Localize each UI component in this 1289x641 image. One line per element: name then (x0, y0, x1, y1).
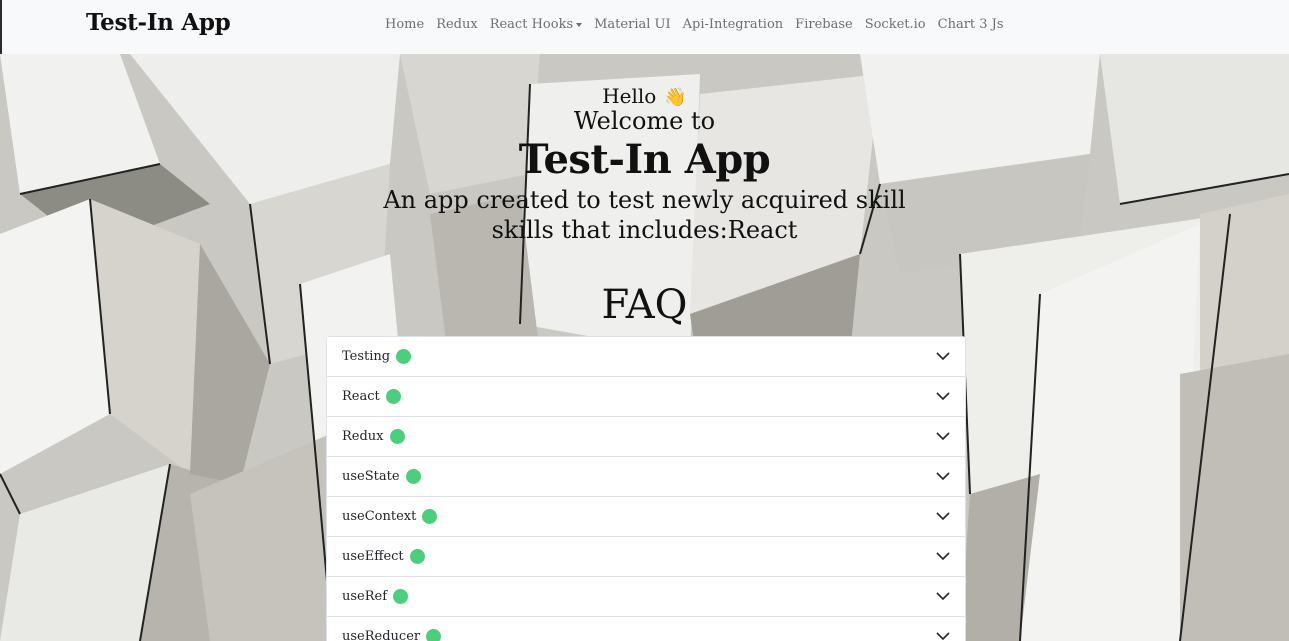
accordion-item-label: useEffect (342, 549, 404, 564)
waving-hand-icon: 👋 (664, 87, 687, 108)
nav-links: Home Redux React Hooks Material UI Api-I… (385, 17, 1016, 32)
brand-logo[interactable]: Test-In App (86, 9, 231, 36)
accordion-item-usecontext[interactable]: useContext (327, 497, 965, 537)
status-dot-icon (389, 429, 405, 444)
faq-title: FAQ (601, 282, 688, 328)
nav-dropdown-label: React Hooks (489, 17, 574, 32)
chevron-down-icon[interactable] (936, 512, 950, 521)
navbar: Test-In App Home Redux React Hooks Mater… (0, 0, 1289, 54)
status-dot-icon (422, 509, 438, 524)
status-dot-icon (409, 549, 425, 564)
chevron-down-icon[interactable] (936, 552, 950, 561)
caret-down-icon (576, 22, 583, 27)
nav-link-api-integration[interactable]: Api-Integration (683, 17, 784, 32)
nav-dropdown-react-hooks[interactable]: React Hooks (489, 17, 583, 32)
status-dot-icon (396, 349, 412, 364)
status-dot-icon (393, 589, 409, 604)
status-dot-icon (405, 469, 421, 484)
accordion-item-usestate[interactable]: useState (327, 457, 965, 497)
chevron-down-icon[interactable] (936, 392, 950, 401)
accordion-item-label: useReducer (342, 629, 421, 641)
accordion-item-label: useRef (342, 589, 388, 604)
chevron-down-icon[interactable] (936, 472, 950, 481)
chevron-down-icon[interactable] (936, 632, 950, 641)
chevron-down-icon[interactable] (936, 432, 950, 441)
accordion-item-testing[interactable]: Testing (327, 337, 965, 377)
hero-tagline: An app created to test newly acquired sk… (0, 185, 1289, 245)
tagline-line-1: An app created to test newly acquired sk… (383, 186, 906, 214)
nav-link-chart-js[interactable]: Chart 3 Js (938, 17, 1004, 32)
nav-link-material-ui[interactable]: Material UI (594, 17, 670, 32)
status-dot-icon (385, 389, 401, 404)
nav-link-firebase[interactable]: Firebase (795, 17, 853, 32)
faq-accordion: Testing React Redux useState useContext … (326, 336, 966, 641)
nav-link-home[interactable]: Home (385, 17, 424, 32)
chevron-down-icon[interactable] (936, 592, 950, 601)
accordion-item-useref[interactable]: useRef (327, 577, 965, 617)
accordion-item-useeffect[interactable]: useEffect (327, 537, 965, 577)
accordion-item-label: Testing (342, 349, 391, 364)
accordion-item-label: useState (342, 469, 400, 484)
accordion-item-label: Redux (342, 429, 384, 444)
nav-link-socket-io[interactable]: Socket.io (865, 17, 926, 32)
nav-link-redux[interactable]: Redux (436, 17, 478, 32)
chevron-down-icon[interactable] (936, 352, 950, 361)
hero-title: Test-In App (518, 136, 771, 183)
accordion-item-redux[interactable]: Redux (327, 417, 965, 457)
tagline-line-2: skills that includes:React (491, 216, 798, 244)
hello-greeting: Hello 👋 (0, 84, 1289, 108)
accordion-item-usereducer[interactable]: useReducer (327, 617, 965, 641)
accordion-item-react[interactable]: React (327, 377, 965, 417)
hello-text: Hello (602, 84, 657, 108)
accordion-item-label: React (342, 389, 380, 404)
welcome-text: Welcome to (573, 107, 716, 135)
status-dot-icon (426, 629, 442, 641)
accordion-item-label: useContext (342, 509, 417, 524)
